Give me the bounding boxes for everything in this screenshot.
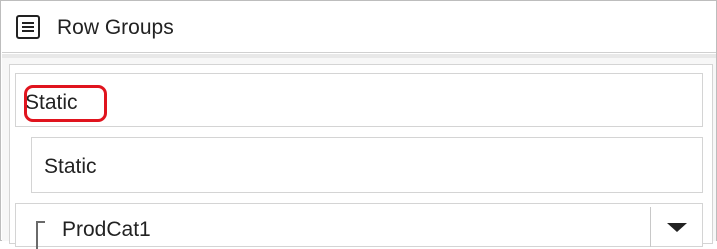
child-group-static[interactable]: Static xyxy=(31,137,703,193)
panel-body: Static Static ProdCat1 xyxy=(2,58,716,249)
chevron-down-icon xyxy=(667,223,687,232)
group-container: Static Static ProdCat1 xyxy=(9,64,713,249)
row-group-static[interactable]: Static xyxy=(15,73,703,127)
dropdown-button[interactable] xyxy=(651,204,703,248)
child-group-label: Static xyxy=(44,155,97,178)
panel-title: Row Groups xyxy=(57,16,174,39)
panel-header: Row Groups xyxy=(2,2,716,53)
group-field-select[interactable]: ProdCat1 xyxy=(15,203,703,249)
list-icon xyxy=(15,14,41,40)
bracket-icon xyxy=(36,221,45,249)
group-field-label: ProdCat1 xyxy=(62,218,151,241)
highlight-annotation xyxy=(24,85,107,122)
row-groups-panel: Row Groups Static Static ProdCat1 xyxy=(0,0,717,249)
